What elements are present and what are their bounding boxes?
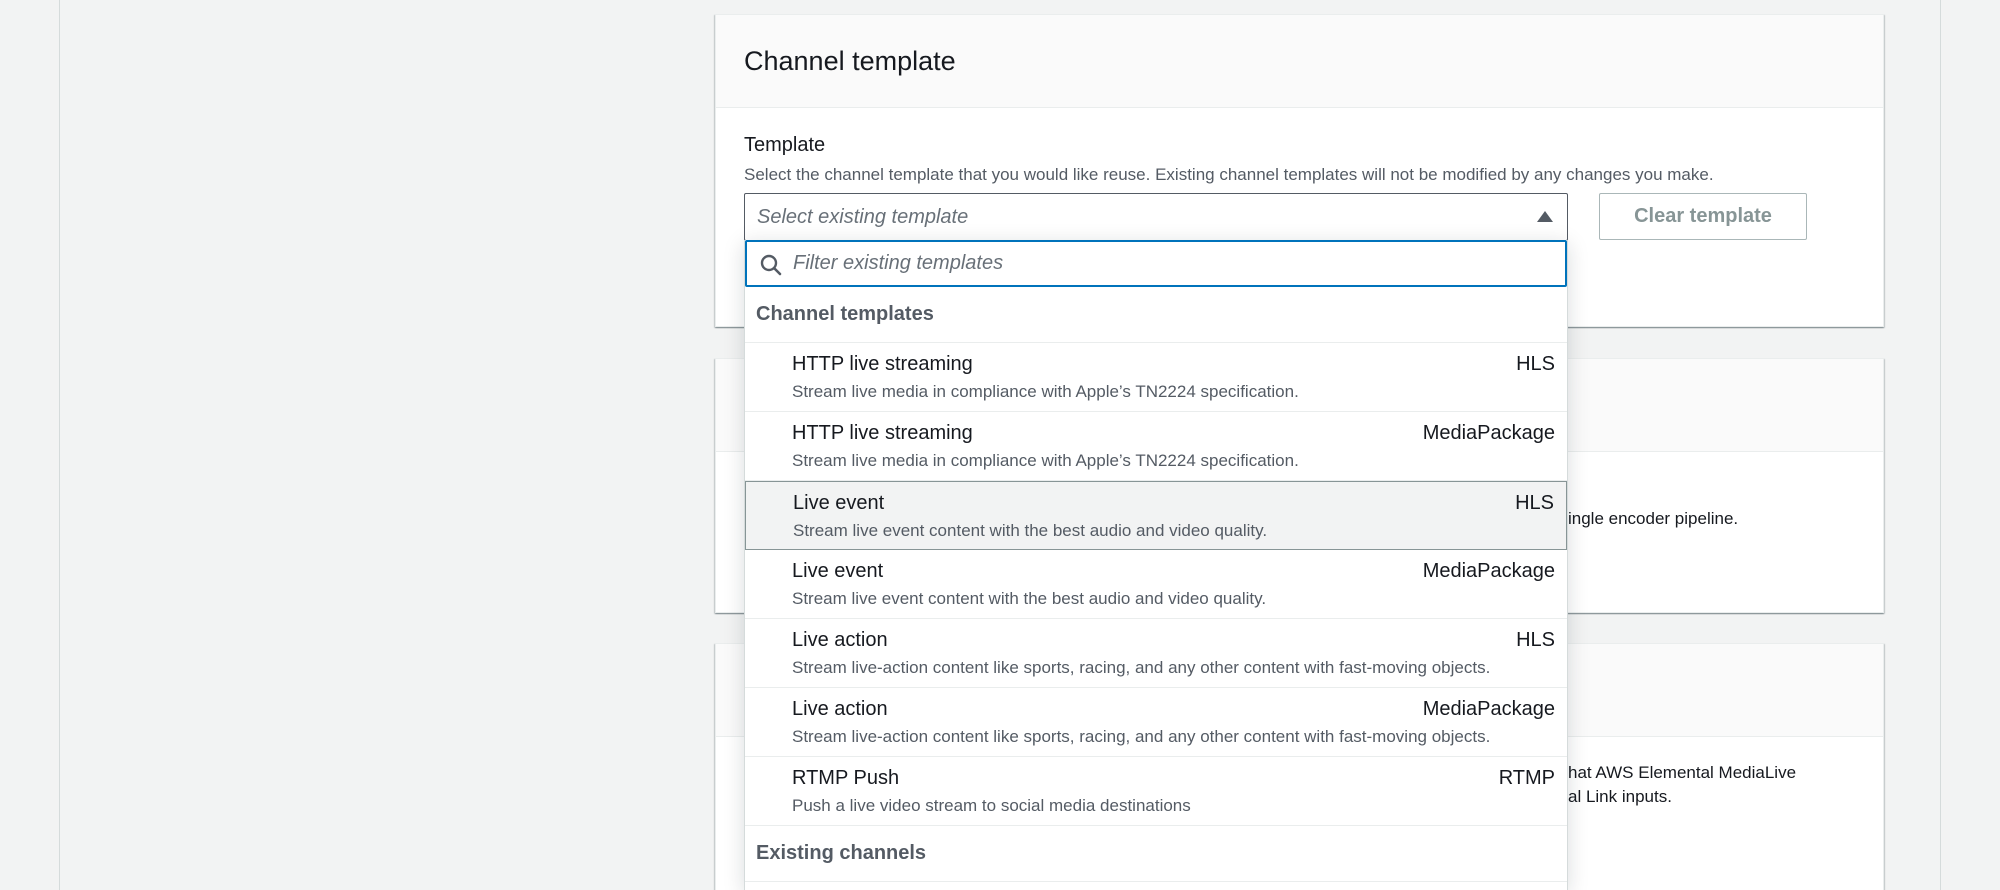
template-select-placeholder: Select existing template bbox=[757, 205, 969, 228]
card-title: Channel template bbox=[716, 15, 1883, 108]
template-select[interactable]: Select existing template bbox=[744, 193, 1568, 241]
option-description: Stream live-action content like sports, … bbox=[792, 658, 1491, 677]
option-live-action-mediapackage[interactable]: Live action MediaPackage Stream live-act… bbox=[745, 688, 1567, 757]
option-label: RTMP Push bbox=[792, 767, 900, 789]
option-tag: HLS bbox=[1516, 629, 1555, 651]
option-tag: MediaPackage bbox=[1422, 698, 1555, 720]
card-2-partial-text: ingle encoder pipeline. bbox=[1568, 509, 1739, 528]
option-live-event-mediapackage[interactable]: Live event MediaPackage Stream live even… bbox=[745, 550, 1567, 619]
option-description: Stream live-action content like sports, … bbox=[792, 727, 1491, 746]
option-label: HTTP live streaming bbox=[792, 353, 973, 375]
card-3-partial-text-1: hat AWS Elemental MediaLive bbox=[1568, 763, 1797, 782]
option-live-event-hls[interactable]: Live event HLS Stream live event content… bbox=[745, 481, 1567, 550]
filter-box[interactable] bbox=[745, 240, 1567, 287]
option-description: Stream live event content with the best … bbox=[792, 589, 1267, 608]
template-field-description: Select the channel template that you wou… bbox=[744, 165, 1714, 184]
option-tag: MediaPackage bbox=[1422, 422, 1555, 444]
option-tag: RTMP bbox=[1498, 767, 1555, 789]
option-http-live-streaming-mediapackage[interactable]: HTTP live streaming MediaPackage Stream … bbox=[745, 412, 1567, 481]
option-tag: HLS bbox=[1515, 492, 1554, 514]
option-tag: MediaPackage bbox=[1422, 560, 1555, 582]
option-rtmp-push[interactable]: RTMP Push RTMP Push a live video stream … bbox=[745, 757, 1567, 826]
template-dropdown: Channel templates HTTP live streaming HL… bbox=[744, 240, 1568, 890]
option-description: Stream live event content with the best … bbox=[793, 521, 1268, 540]
option-http-live-streaming-hls[interactable]: HTTP live streaming HLS Stream live medi… bbox=[745, 343, 1567, 412]
option-tag: HLS bbox=[1516, 353, 1555, 375]
group-header-existing-channels: Existing channels bbox=[745, 826, 1567, 882]
option-description: Push a live video stream to social media… bbox=[792, 796, 1191, 815]
template-field-label: Template bbox=[744, 134, 826, 156]
option-label: Live event bbox=[793, 492, 885, 514]
option-description: Stream live media in compliance with App… bbox=[792, 382, 1299, 401]
filter-templates-input[interactable] bbox=[793, 252, 1565, 275]
caret-up-icon bbox=[1537, 211, 1553, 222]
clear-template-button[interactable]: Clear template bbox=[1599, 193, 1807, 240]
option-label: Live action bbox=[792, 629, 888, 651]
card-3-partial-text-2: al Link inputs. bbox=[1568, 787, 1672, 806]
search-icon bbox=[760, 254, 782, 276]
group-header-channel-templates: Channel templates bbox=[745, 287, 1567, 343]
option-description: Stream live media in compliance with App… bbox=[792, 451, 1299, 470]
option-live-action-hls[interactable]: Live action HLS Stream live-action conte… bbox=[745, 619, 1567, 688]
